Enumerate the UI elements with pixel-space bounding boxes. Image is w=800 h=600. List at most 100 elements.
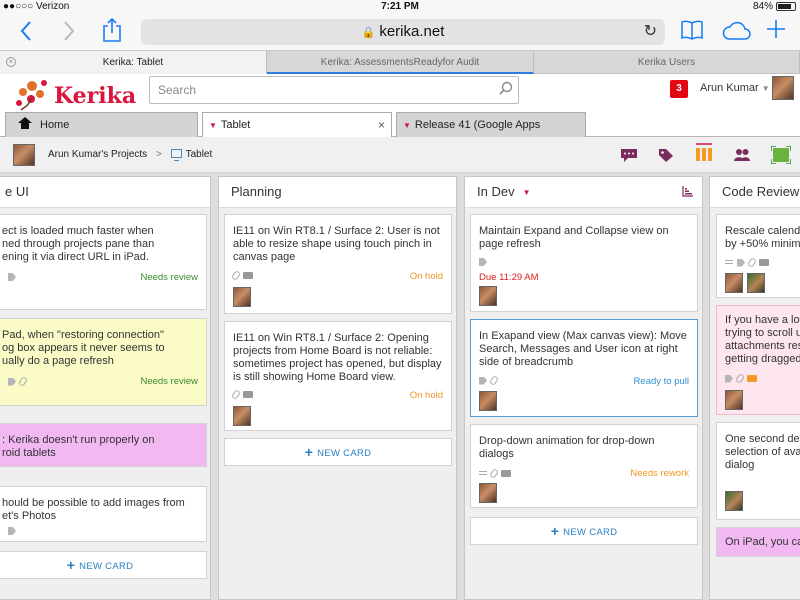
share-icon[interactable] [102, 17, 122, 47]
breadcrumb-current: Tablet [185, 149, 213, 160]
browser-tab-active[interactable]: × Kerika: Tablet [0, 51, 267, 74]
card-icons [479, 375, 500, 386]
tag-icon [737, 258, 745, 267]
task-card[interactable]: IE11 on Win RT8.1 / Surface 2: Opening p… [224, 321, 452, 431]
tag-icon [8, 377, 16, 386]
description-icon [479, 470, 487, 477]
task-card[interactable]: On iPad, you ca [716, 527, 800, 557]
lock-icon: 🔒 [361, 27, 376, 39]
attachment-icon [230, 389, 242, 400]
breadcrumb-separator: > [155, 149, 162, 160]
assignee-avatar[interactable] [725, 390, 743, 410]
assignee-avatar[interactable] [233, 287, 251, 307]
board-tab-bar: Home ▼ Tablet × ▼ Release 41 (Google Apps … [0, 112, 800, 156]
task-card[interactable]: : Kerika doesn't run properly on roid ta… [0, 423, 207, 467]
tag-icon [8, 273, 16, 281]
search-icon[interactable] [499, 78, 513, 104]
card-text: If you have a lot trying to scroll u att… [725, 314, 800, 365]
new-card-button[interactable]: + NEW CARD [0, 551, 207, 579]
tab-tablet[interactable]: ▼ Tablet × [202, 112, 392, 138]
card-icons [8, 527, 16, 535]
status-bar: ●●○○○ Verizon 7:21 PM 84% [0, 0, 800, 14]
task-card[interactable]: Rescale calenda by +50% minimu [716, 214, 800, 298]
comment-icon [747, 375, 757, 382]
browser-tab[interactable]: Kerika: AssessmentsReadyfor Audit [267, 51, 534, 74]
assignee-avatar[interactable] [479, 483, 497, 503]
new-card-button[interactable]: + NEW CARD [470, 517, 698, 545]
fullscreen-icon[interactable] [771, 146, 791, 164]
assignee-avatar[interactable] [479, 391, 497, 411]
search-placeholder: Search [158, 83, 197, 97]
kanban-board: e UI ect is loaded much faster when ned … [0, 173, 800, 600]
tab-release-41[interactable]: ▼Release 41 (Google Apps Marketp... [396, 112, 586, 156]
close-tab-icon[interactable]: × [6, 57, 16, 67]
browser-tab-label: Kerika: Tablet [102, 57, 164, 68]
cloud-icon[interactable] [721, 21, 751, 45]
kerika-logo[interactable]: Kerika [11, 77, 136, 111]
breadcrumb-projects-link[interactable]: Arun Kumar's Projects [48, 149, 147, 160]
team-icon[interactable] [733, 147, 751, 163]
assignee-avatar[interactable] [479, 286, 497, 306]
description-icon [725, 259, 733, 266]
tag-icon[interactable] [657, 147, 675, 163]
card-icons [8, 273, 16, 281]
forward-icon[interactable] [62, 20, 76, 46]
column-title[interactable]: e UI [0, 177, 210, 208]
assignee-avatar[interactable] [233, 406, 251, 426]
plus-icon: + [66, 557, 76, 573]
user-name: Arun Kumar [700, 82, 759, 94]
tab-label: Tablet [220, 119, 251, 131]
task-card[interactable]: One second del selection of ava dialog [716, 422, 800, 520]
task-card[interactable]: Maintain Expand and Collapse view on pag… [470, 214, 698, 312]
comment-icon [759, 259, 769, 266]
task-card[interactable]: If you have a lot trying to scroll u att… [716, 305, 800, 415]
column-title[interactable]: In Dev ▼ [465, 177, 702, 208]
task-card[interactable]: hould be possible to add images from et'… [0, 486, 207, 542]
url-bar[interactable]: 🔒 kerika.net ↻ [141, 19, 665, 45]
tab-home[interactable]: Home [5, 112, 198, 137]
card-text: ect is loaded much faster when ned throu… [2, 225, 155, 263]
chat-icon[interactable] [620, 147, 638, 163]
tab-label: Home [40, 119, 70, 131]
reload-icon[interactable]: ↻ [644, 19, 657, 45]
attachment-icon [734, 373, 746, 384]
user-avatar[interactable] [772, 76, 794, 100]
tag-icon [479, 258, 487, 266]
card-icons [8, 376, 29, 387]
column-dropdown-icon[interactable]: ▼ [523, 188, 531, 197]
comment-icon [501, 470, 511, 477]
assignee-avatar[interactable] [747, 273, 765, 293]
task-card[interactable]: IE11 on Win RT8.1 / Surface 2: User is n… [224, 214, 452, 314]
card-text: hould be possible to add images from et'… [2, 497, 185, 522]
comment-icon [243, 391, 253, 398]
assignee-avatar[interactable] [725, 273, 743, 293]
task-card-selected[interactable]: In Exapand view (Max canvas view): Move … [470, 319, 698, 417]
task-card[interactable]: Drop-down animation for drop-down dialog… [470, 424, 698, 508]
notification-badge[interactable]: 3 [670, 80, 688, 98]
flower-logo-icon [16, 80, 47, 111]
column-title[interactable]: Code Review [710, 177, 800, 208]
card-icons [479, 258, 487, 266]
chevron-down-icon: ▼ [761, 84, 770, 93]
card-icons [725, 257, 769, 268]
owner-avatar[interactable] [13, 144, 35, 166]
search-input[interactable]: Search [149, 76, 519, 104]
card-status: On hold [409, 271, 443, 282]
sort-icon[interactable] [682, 185, 694, 197]
browser-tab[interactable]: Kerika Users [534, 51, 800, 74]
back-icon[interactable] [19, 20, 33, 46]
battery-indicator: 84% [753, 1, 796, 12]
task-card[interactable]: Pad, when "restoring connection" og box … [0, 318, 207, 406]
columns-icon[interactable] [695, 143, 713, 163]
card-status: Ready to pull [633, 376, 689, 387]
bookmarks-icon[interactable] [680, 20, 704, 44]
browser-tab-bar: × Kerika: Tablet Kerika: AssessmentsRead… [0, 50, 800, 74]
tag-icon [479, 376, 487, 385]
close-tab-icon[interactable]: × [378, 113, 385, 137]
new-card-button[interactable]: + NEW CARD [224, 438, 452, 466]
user-menu[interactable]: Arun Kumar ▼ [700, 82, 770, 94]
assignee-avatar[interactable] [725, 491, 743, 511]
new-tab-icon[interactable] [766, 19, 786, 43]
column-title[interactable]: Planning [219, 177, 456, 208]
task-card[interactable]: ect is loaded much faster when ned throu… [0, 214, 207, 310]
